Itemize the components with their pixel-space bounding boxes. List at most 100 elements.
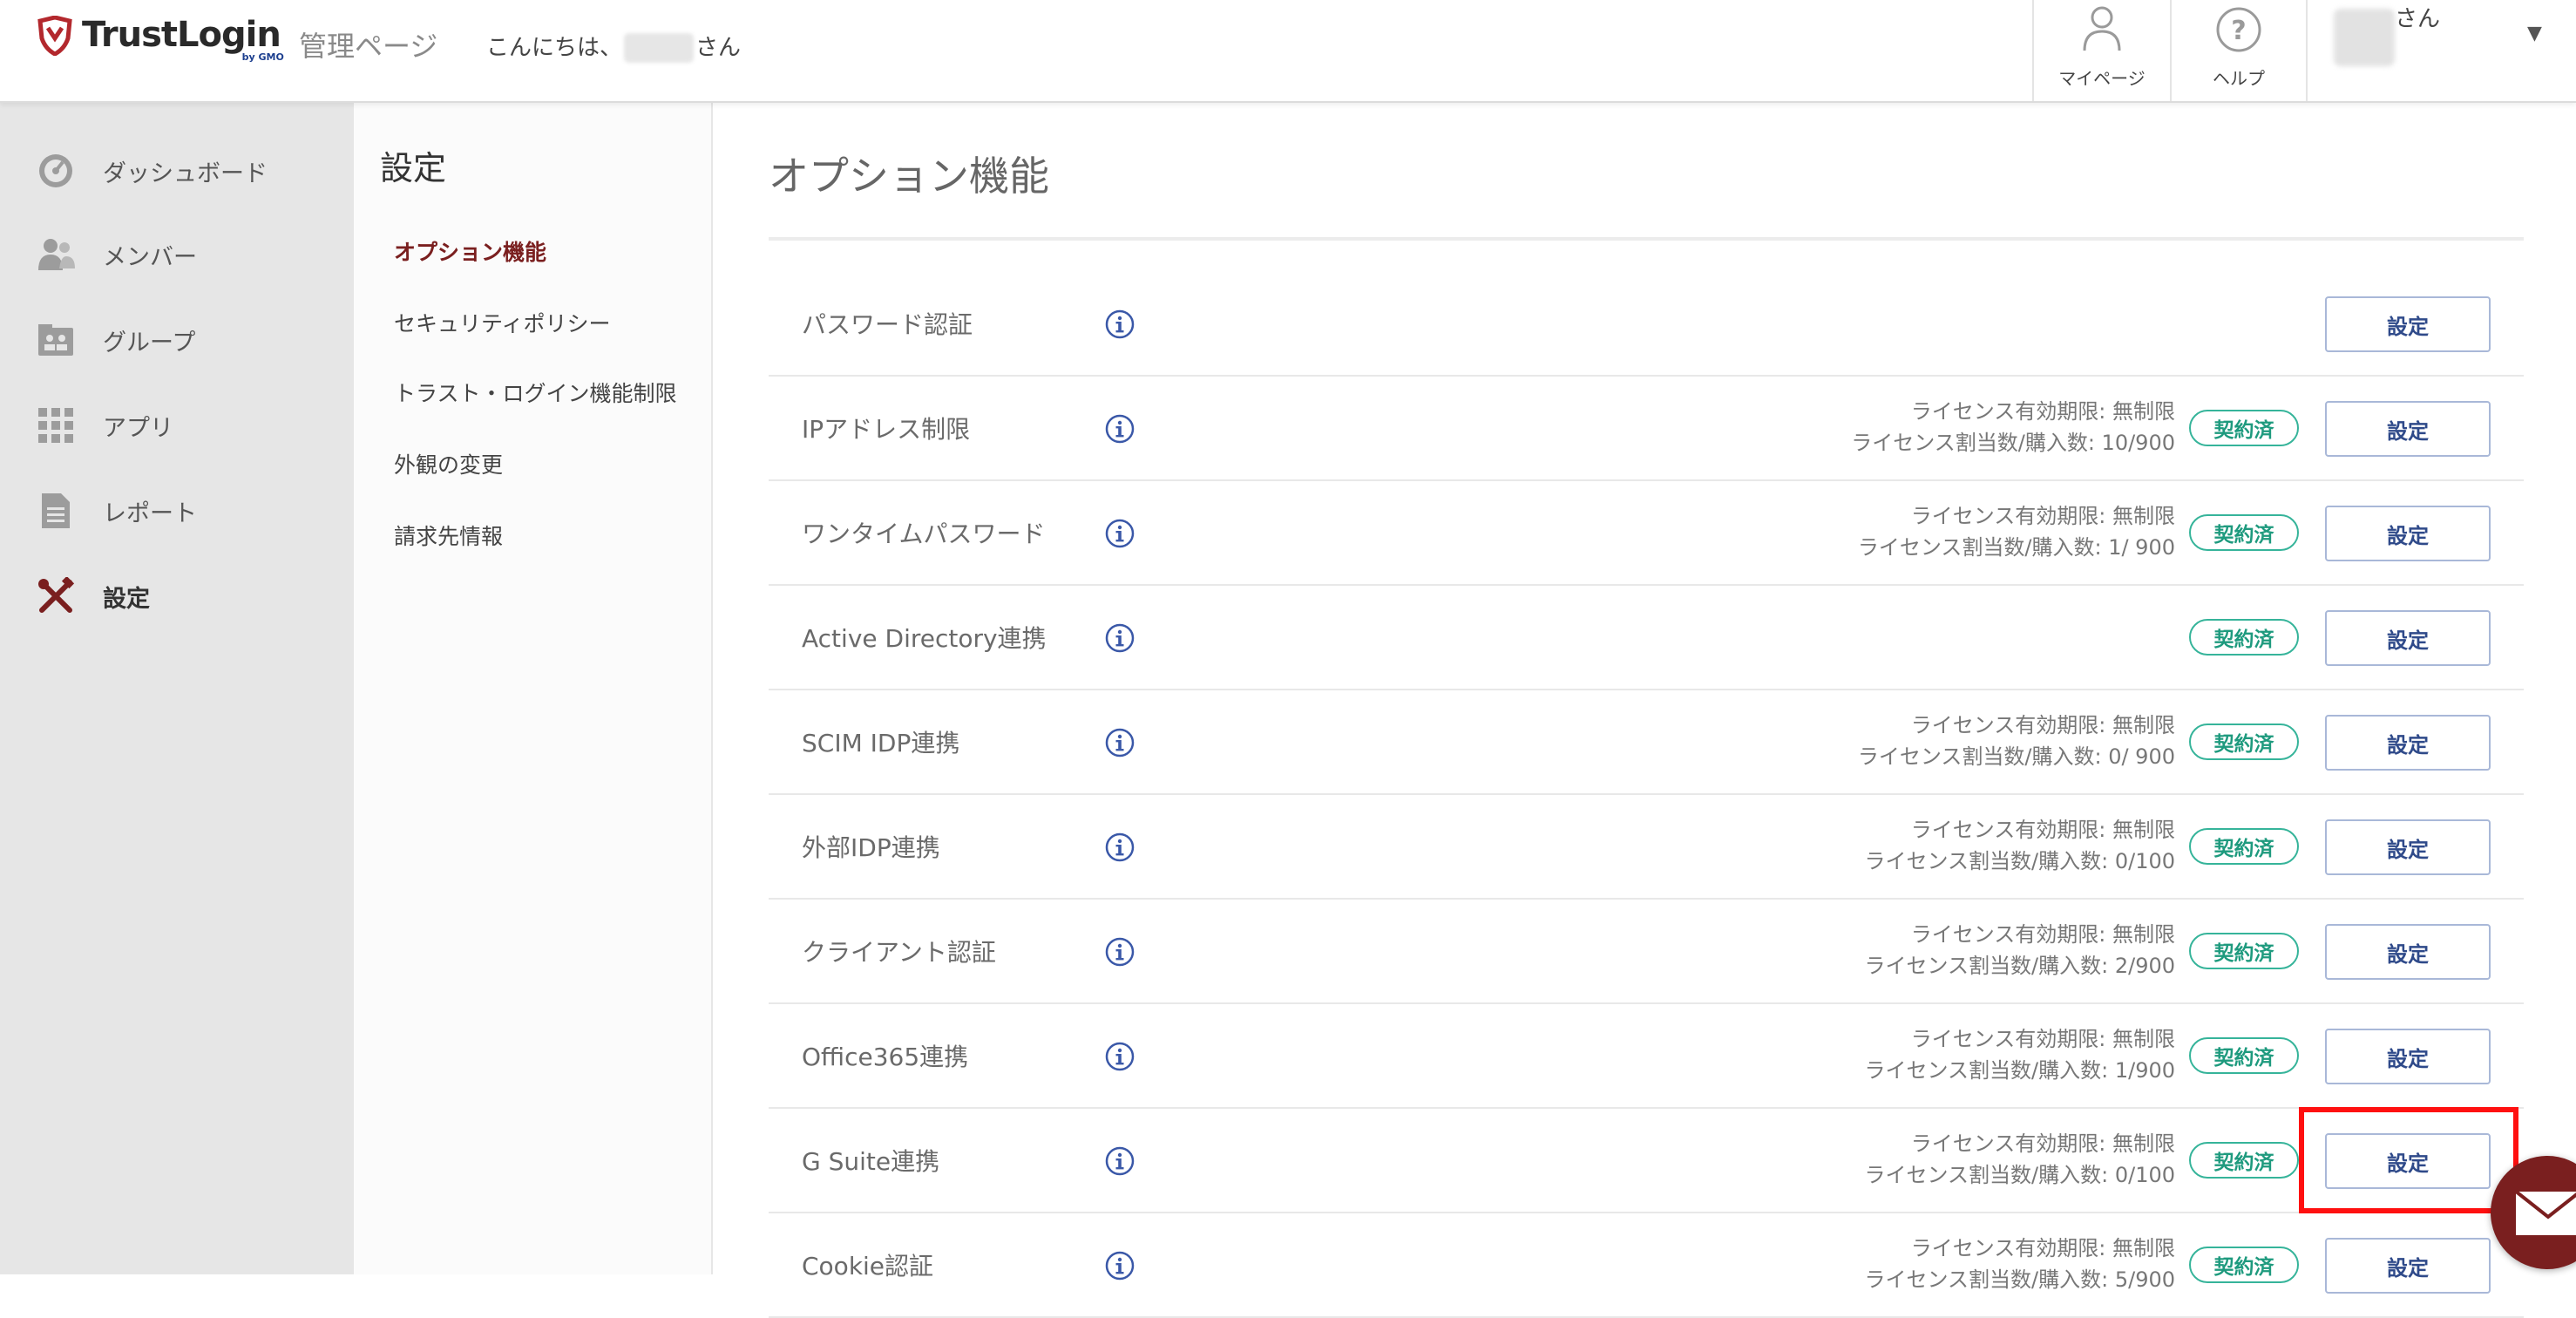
- option-row: G Suite連携 ライセンス有効期限: 無制限ライセンス割当数/購入数: 0/1…: [769, 1109, 2524, 1213]
- option-name: 外部IDP連携: [802, 833, 940, 862]
- submenu-item-billing[interactable]: 請求先情報: [394, 520, 503, 551]
- option-row: クライアント認証 ライセンス有効期限: 無制限ライセンス割当数/購入数: 2/90…: [769, 900, 2524, 1004]
- tools-icon: [38, 577, 75, 613]
- contracted-badge: 契約済: [2189, 1247, 2299, 1283]
- submenu-item-appearance[interactable]: 外観の変更: [394, 448, 503, 479]
- license-info: ライセンス有効期限: 無制限 ライセンス割当数/購入数: 1/ 900: [1858, 500, 2175, 563]
- option-settings-button[interactable]: 設定: [2325, 610, 2491, 666]
- option-row: パスワード認証 設定: [769, 272, 2524, 377]
- license-count: ライセンス割当数/購入数: 0/100: [1864, 849, 2175, 873]
- license-info: ライセンス有効期限: 無制限 ライセンス割当数/購入数: 1/900: [1865, 1023, 2175, 1086]
- license-period: ライセンス有効期限: 無制限: [1910, 1027, 2175, 1051]
- blurred-user-name: [2334, 9, 2395, 66]
- sidebar-item-label: 設定: [103, 585, 150, 613]
- sidebar-item-label: アプリ: [103, 414, 173, 442]
- contracted-badge: 契約済: [2189, 514, 2299, 551]
- submenu-item-feature-restrictions[interactable]: トラスト・ログイン機能制限: [394, 377, 677, 408]
- option-settings-button[interactable]: 設定: [2325, 1238, 2491, 1294]
- info-icon[interactable]: [1105, 519, 1135, 548]
- chevron-down-icon[interactable]: ▼: [2527, 23, 2542, 44]
- license-info: ライセンス有効期限: 無制限ライセンス割当数/購入数: 5/900: [1865, 1233, 2175, 1295]
- page-title: オプション機能: [769, 153, 1049, 200]
- option-name: クライアント認証: [802, 938, 996, 967]
- info-icon[interactable]: [1105, 728, 1135, 758]
- settings-submenu: 設定 オプション機能 セキュリティポリシー トラスト・ログイン機能制限 外観の変…: [354, 103, 713, 1274]
- license-info: ライセンス有効期限: 無制限ライセンス割当数/購入数: 2/900: [1865, 919, 2175, 982]
- option-settings-button[interactable]: 設定: [2325, 506, 2491, 561]
- svg-text:?: ?: [2231, 16, 2246, 46]
- mypage-label: マイページ: [2058, 68, 2146, 89]
- contracted-badge: 契約済: [2189, 410, 2299, 446]
- option-settings-button[interactable]: 設定: [2325, 401, 2491, 457]
- info-icon[interactable]: [1105, 1251, 1135, 1281]
- contracted-badge: 契約済: [2189, 1142, 2299, 1179]
- sidebar-item-label: レポート: [103, 499, 197, 527]
- info-icon[interactable]: [1105, 309, 1135, 339]
- option-name: Office365連携: [802, 1043, 969, 1071]
- license-info: ライセンス有効期限: 無制限 ライセンス割当数/購入数: 0/ 900: [1858, 710, 2175, 772]
- shield-logo-icon: [37, 16, 72, 56]
- sidebar-item-dashboard[interactable]: ダッシュボード: [37, 145, 333, 197]
- sidebar-item-members[interactable]: メンバー: [37, 228, 333, 281]
- option-row: SCIM IDP連携 ライセンス有効期限: 無制限 ライセンス割当数/購入数: 0/…: [769, 690, 2524, 795]
- option-name: G Suite連携: [802, 1147, 940, 1176]
- option-settings-button[interactable]: 設定: [2325, 924, 2491, 980]
- license-period: ライセンス有効期限: 無制限: [1910, 399, 2175, 424]
- sidebar-item-groups[interactable]: グループ: [37, 314, 333, 366]
- greeting-suffix: さん: [695, 35, 742, 61]
- contracted-badge: 契約済: [2189, 933, 2299, 969]
- mypage-link[interactable]: マイページ: [2032, 0, 2170, 101]
- option-row: IPアドレス制限 ライセンス有効期限: 無制限 ライセンス割当数/購入数: 10/9…: [769, 377, 2524, 481]
- info-icon[interactable]: [1105, 1042, 1135, 1071]
- members-icon: [38, 239, 75, 270]
- license-count: ライセンス割当数/購入数: 0/100: [1864, 1163, 2175, 1187]
- option-name: IPアドレス制限: [802, 415, 971, 444]
- option-settings-button[interactable]: 設定: [2325, 715, 2491, 771]
- sidebar-item-label: メンバー: [103, 243, 197, 271]
- license-info: ライセンス有効期限: 無制限 ライセンス割当数/購入数: 10/900: [1851, 396, 2175, 459]
- info-icon[interactable]: [1105, 414, 1135, 444]
- option-name: パスワード認証: [802, 310, 973, 339]
- user-menu[interactable]: さん ▼: [2306, 0, 2576, 101]
- option-row: Active Directory連携 契約済 設定: [769, 586, 2524, 690]
- info-icon[interactable]: [1105, 623, 1135, 653]
- option-name: ワンタイムパスワード: [802, 520, 1046, 548]
- greeting-prefix: こんにちは、: [486, 35, 623, 61]
- option-settings-button[interactable]: 設定: [2325, 1029, 2491, 1084]
- logo-subtext: by GMO: [241, 51, 284, 63]
- option-row: ワンタイムパスワード ライセンス有効期限: 無制限 ライセンス割当数/購入数: 1/…: [769, 481, 2524, 586]
- contracted-badge: 契約済: [2189, 619, 2299, 656]
- license-period: ライセンス有効期限: 無制限: [1910, 818, 2175, 842]
- help-icon: ?: [2216, 7, 2261, 52]
- license-period: ライセンス有効期限: 無制限: [1910, 1236, 2175, 1260]
- license-period: ライセンス有効期限: 無制限: [1910, 1131, 2175, 1156]
- help-link[interactable]: ? ヘルプ: [2170, 0, 2306, 101]
- options-list: パスワード認証 設定 IPアドレス制限 ライセンス有効期限: 無制限 ライセンス割当数/…: [769, 272, 2524, 1318]
- info-icon[interactable]: [1105, 937, 1135, 967]
- license-count: ライセンス割当数/購入数: 1/ 900: [1857, 535, 2175, 560]
- sidebar-item-reports[interactable]: レポート: [37, 485, 333, 537]
- mail-icon: [2513, 1189, 2576, 1237]
- sidebar: ダッシュボード メンバー グループ アプリ レポート 設定: [0, 103, 354, 1274]
- submenu-item-security-policy[interactable]: セキュリティポリシー: [394, 307, 611, 338]
- option-settings-button[interactable]: 設定: [2325, 1133, 2491, 1189]
- report-icon: [42, 493, 70, 528]
- option-settings-button[interactable]: 設定: [2325, 296, 2491, 352]
- sidebar-item-label: ダッシュボード: [103, 160, 268, 187]
- submenu-item-options[interactable]: オプション機能: [394, 235, 546, 267]
- license-period: ライセンス有効期限: 無制限: [1910, 922, 2175, 947]
- info-icon[interactable]: [1105, 832, 1135, 862]
- license-count: ライセンス割当数/購入数: 5/900: [1864, 1267, 2175, 1292]
- greeting: こんにちは、 さん: [486, 29, 741, 67]
- option-settings-button[interactable]: 設定: [2325, 819, 2491, 875]
- license-count: ライセンス割当数/購入数: 2/900: [1864, 954, 2175, 978]
- top-header: TrustLogin by GMO 管理ページ こんにちは、 さん マイページ …: [0, 0, 2576, 103]
- info-icon[interactable]: [1105, 1146, 1135, 1176]
- sidebar-item-apps[interactable]: アプリ: [37, 399, 333, 452]
- sidebar-item-settings[interactable]: 設定: [37, 570, 333, 622]
- license-info: ライセンス有効期限: 無制限ライセンス割当数/購入数: 0/100: [1865, 814, 2175, 877]
- trustlogin-logo[interactable]: TrustLogin by GMO: [35, 14, 284, 63]
- submenu-title: 設定: [380, 149, 447, 187]
- admin-page-label: 管理ページ: [299, 30, 438, 63]
- logo-text: TrustLogin: [82, 15, 281, 55]
